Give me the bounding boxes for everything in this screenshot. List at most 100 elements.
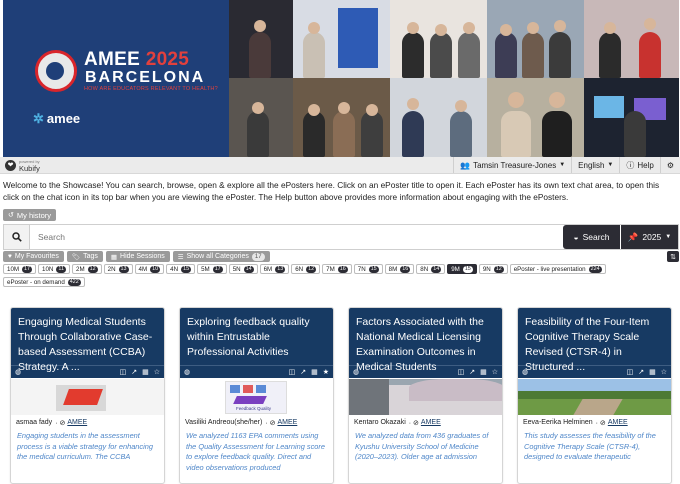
gear-icon: ⚙ [666,160,674,170]
photo [487,0,584,78]
category-chip[interactable]: 9N 12 [478,264,508,274]
category-chip-label: 2M [76,265,85,273]
category-chip[interactable]: 8M 16 [384,264,415,274]
help-button[interactable]: ⓘ Help [619,157,659,173]
category-chip-count: 13 [118,265,129,273]
poster-thumbnail[interactable] [349,379,502,415]
category-chip[interactable]: 8N 14 [416,264,446,274]
eposter-abstract: This study assesses the feasibility of t… [524,431,656,461]
category-chip[interactable]: 6M 13 [259,264,290,274]
tags-button[interactable]: 🏷 Tags [66,251,103,262]
globe-icon[interactable]: ◍ [15,368,21,376]
verified-icon: · ⊘ [265,419,276,427]
author-name: Kentaro Okazaki [354,419,406,426]
search-input[interactable] [30,225,563,249]
eposter-card: Factors Associated with the National Med… [348,307,503,484]
filter-bar: ♥ My Favourites 🏷 Tags ▦ Hide Sessions ☰ Sho… [3,251,663,262]
open-external-icon[interactable]: ↗ [131,368,137,376]
hide-sessions-button[interactable]: ▦ Hide Sessions [105,251,170,262]
globe-icon[interactable]: ◍ [353,368,359,376]
user-menu-button[interactable]: 👥 Tamsin Treasure-Jones ▼ [453,157,571,173]
open-external-icon[interactable]: ↗ [638,368,644,376]
open-external-icon[interactable]: ↗ [300,368,306,376]
my-history-button[interactable]: ↺ My history [3,209,57,221]
author-line: asmaa fady · ⊘ AMEE [11,416,164,429]
show-all-categories-button[interactable]: ☰ Show all Categories 17 [172,251,270,262]
poster-thumbnail[interactable] [518,379,671,415]
my-favourites-button[interactable]: ♥ My Favourites [3,251,64,262]
category-chip-label: 9M [451,265,460,273]
eposter-title[interactable]: Exploring feedback quality within Entrus… [180,308,333,365]
verified-icon: · ⊘ [595,419,606,427]
chevron-down-icon: ▼ [559,162,566,168]
photo [390,0,487,78]
author-name: Vasiliki Andreou(she/her) [185,419,263,426]
globe-icon[interactable]: ◍ [184,368,190,376]
star-icon[interactable]: ☆ [154,368,160,376]
eposter-title[interactable]: Feasibility of the Four-Item Cognitive T… [518,308,671,373]
category-chip-label: 10N [42,265,54,273]
category-chip[interactable]: 5M 17 [197,264,227,274]
eposter-title[interactable]: Factors Associated with the National Med… [349,308,502,373]
category-chip[interactable]: 7N 15 [353,264,383,274]
photo [293,0,390,78]
language-select[interactable]: English ▼ [571,157,619,173]
category-chip-label: 2N [107,265,116,273]
book-icon[interactable]: ◫ [120,368,127,376]
sort-button[interactable]: ⇅ [667,251,679,262]
banner-city: BARCELONA [85,69,206,86]
search-button[interactable]: ◒ Search [563,225,620,249]
category-chip[interactable]: 9M 15 [447,264,477,274]
star-icon[interactable]: ☆ [492,368,498,376]
star-icon[interactable]: ★ [323,368,329,376]
category-chip-count: 13 [275,265,286,273]
grid-icon[interactable]: ▦ [311,368,318,376]
category-chip[interactable]: 5N 14 [228,264,258,274]
category-chip-count: 16 [400,265,411,273]
author-org-link[interactable]: AMEE [67,419,87,426]
kubify-brand-text: powered by Kubify [19,158,40,172]
author-org-link[interactable]: AMEE [277,419,297,426]
category-chip-count: 15 [462,265,473,273]
grid-icon[interactable]: ▦ [480,368,487,376]
category-chip-count: 12 [87,265,98,273]
category-chip[interactable]: 4N 15 [166,264,196,274]
category-chip[interactable]: 7M 16 [322,264,352,274]
grid-icon[interactable]: ▦ [142,368,149,376]
list-icon: ☰ [177,253,184,261]
category-chip-label: 5M [201,265,210,273]
star-icon[interactable]: ☆ [661,368,667,376]
category-chip[interactable]: ePoster - live presentation 224 [509,264,606,274]
category-chip-count: 12 [493,265,504,273]
eposter-title[interactable]: Engaging Medical Students Through Collab… [11,308,164,373]
category-chip[interactable]: 2N 13 [103,264,133,274]
author-org-link[interactable]: AMEE [608,419,628,426]
category-chip[interactable]: 10M 17 [3,264,37,274]
poster-thumbnail[interactable]: Feedback Quality [180,379,333,415]
category-chip-label: 10M [7,265,20,273]
category-chip[interactable]: 2M 12 [72,264,102,274]
my-favourites-label: My Favourites [14,253,59,260]
banner-title-year: 2025 [145,49,190,70]
category-chip[interactable]: 6N 12 [291,264,321,274]
author-org-link[interactable]: AMEE [421,419,441,426]
book-icon[interactable]: ◫ [627,368,634,376]
category-chip[interactable]: ePoster - on demand 422 [3,277,85,287]
book-icon[interactable]: ◫ [458,368,465,376]
banner-title: AMEE 2025 [84,49,189,71]
book-icon[interactable]: ◫ [289,368,296,376]
open-external-icon[interactable]: ↗ [469,368,475,376]
poster-thumbnail[interactable] [11,379,164,415]
category-chip[interactable]: 10N 11 [38,264,71,274]
grid-icon[interactable]: ▦ [649,368,656,376]
kubify-logo-icon: ❤ [5,159,16,171]
card-toolbar: ◍ ◫ ↗ ▦ ★ [180,365,333,378]
globe-icon[interactable]: ◍ [522,368,528,376]
year-select[interactable]: 📌 2025 ▼ [621,225,678,249]
category-chip-label: 9N [482,265,491,273]
kubify-brand[interactable]: ❤ powered by Kubify [5,158,40,172]
help-label: Help [637,160,654,170]
category-chip[interactable]: 4M 10 [134,264,165,274]
settings-button[interactable]: ⚙ [659,157,680,173]
pin-icon: 📌 [627,231,639,242]
